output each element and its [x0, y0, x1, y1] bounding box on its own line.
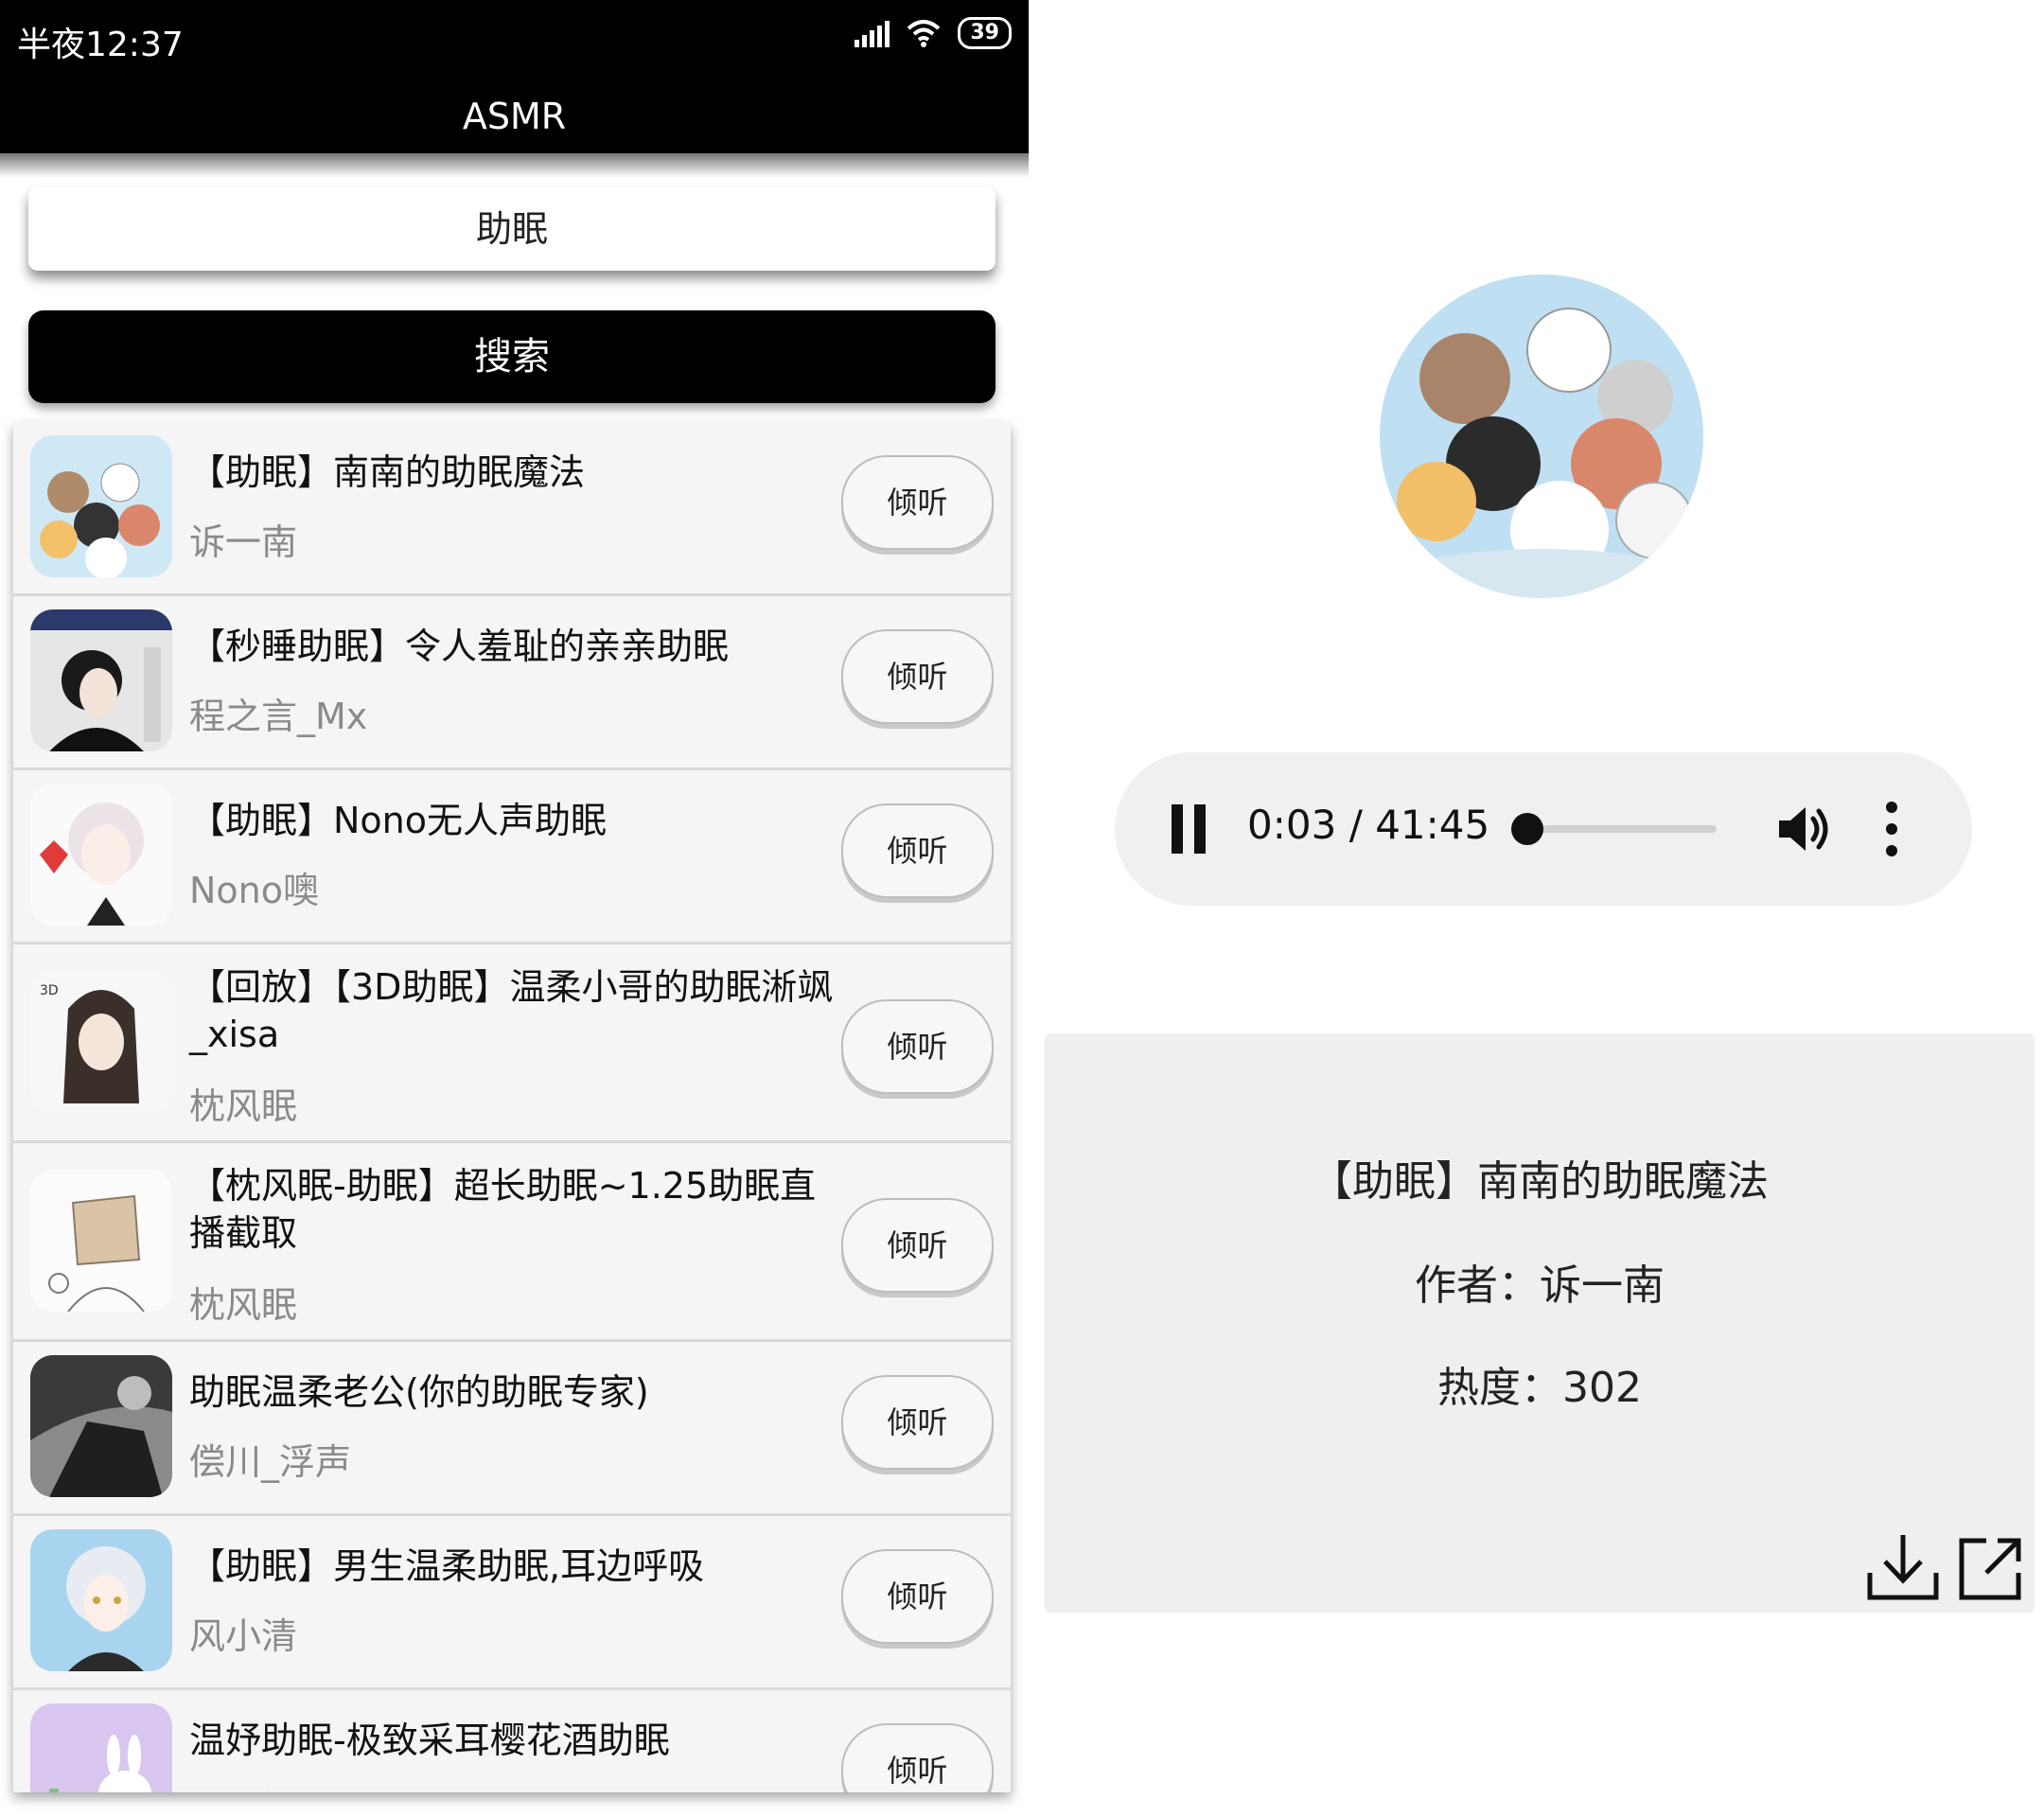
progress-track[interactable] — [1527, 825, 1717, 833]
list-item[interactable]: 【秒睡助眠】令人羞耻的亲亲助眠 程之言_Mx 倾听 — [13, 596, 1011, 770]
list-item[interactable]: 【助眠】南南的助眠魔法 诉一南 倾听 — [13, 422, 1011, 596]
white-hair-boy-thumb — [30, 784, 172, 926]
search-button[interactable]: 搜索 — [28, 310, 996, 403]
item-author: 偿川_浮声 — [189, 1441, 352, 1483]
list-item[interactable]: 【枕风眠-助眠】超长助眠~1.25助眠直播截取 枕风眠 倾听 — [13, 1143, 1011, 1342]
listen-button[interactable]: 倾听 — [841, 1198, 994, 1293]
list-item[interactable]: 3D 【回放】【3D助眠】温柔小哥的助眠淅飒_xisa 枕风眠 倾听 — [13, 944, 1011, 1143]
asmr-list-screen: 半夜12:37 39 ASMR 助眠 搜索 【助眠】南南的助眠魔法 诉一南 倾听… — [0, 0, 1029, 1817]
item-author: Nono噢 — [189, 870, 320, 911]
item-title: 【助眠】男生温柔助眠,耳边呼吸 — [189, 1545, 705, 1587]
long-hair-thumb: 3D — [30, 971, 172, 1113]
cats-thumb — [30, 435, 172, 577]
bunny-thumb — [30, 1703, 172, 1792]
item-author: 枕风眠 — [189, 1284, 298, 1326]
track-info-card: 【助眠】南南的助眠魔法 作者：诉一南 热度：302 — [1045, 1033, 2035, 1613]
detail-title: 【助眠】南南的助眠魔法 — [1311, 1157, 1769, 1206]
listen-button[interactable]: 倾听 — [841, 1375, 994, 1470]
time-separator: / — [1348, 802, 1363, 848]
duration: 41:45 — [1375, 802, 1490, 848]
current-time: 0:03 — [1247, 802, 1337, 848]
list-item[interactable]: 【助眠】Nono无人声助眠 Nono噢 倾听 — [13, 770, 1011, 944]
item-author: 枕风眠 — [189, 1085, 298, 1127]
download-icon[interactable] — [1866, 1531, 1940, 1603]
listen-button[interactable]: 倾听 — [841, 455, 994, 550]
item-title: 【助眠】南南的助眠魔法 — [189, 451, 586, 493]
item-author: 诉一南 — [189, 521, 298, 563]
pause-icon[interactable] — [1170, 804, 1207, 854]
status-bar: 半夜12:37 39 — [0, 0, 1029, 79]
item-author: 程之言_Mx — [189, 696, 368, 737]
detail-author: 作者：诉一南 — [1415, 1261, 1665, 1310]
audio-list[interactable]: 【助眠】南南的助眠魔法 诉一南 倾听 【秒睡助眠】令人羞耻的亲亲助眠 程之言_M… — [13, 422, 1011, 1792]
share-icon[interactable] — [1958, 1535, 2024, 1601]
item-title: 【助眠】Nono无人声助眠 — [189, 800, 608, 841]
listen-button[interactable]: 倾听 — [841, 999, 994, 1094]
item-title: 温妤助眠-极致采耳樱花酒助眠 — [189, 1720, 670, 1761]
list-item[interactable]: 温妤助眠-极致采耳樱花酒助眠 小温妤lulu 倾听 — [13, 1690, 1011, 1792]
volume-icon[interactable] — [1777, 803, 1836, 855]
signal-icon — [855, 19, 890, 47]
detail-heat: 热度：302 — [1437, 1364, 1642, 1412]
item-title: 【秒睡助眠】令人羞耻的亲亲助眠 — [189, 626, 730, 667]
listen-button[interactable]: 倾听 — [841, 1723, 994, 1792]
list-item[interactable]: 【助眠】男生温柔助眠,耳边呼吸 风小清 倾听 — [13, 1516, 1011, 1690]
box-head-thumb — [30, 1170, 172, 1312]
battery-icon: 39 — [958, 17, 1012, 49]
cover-art — [1380, 274, 1703, 598]
item-author: 小温妤lulu — [189, 1781, 362, 1792]
titlebar-shadow — [0, 153, 1029, 178]
battery-level: 39 — [970, 21, 999, 44]
silver-hair-boy-thumb — [30, 1529, 172, 1671]
listen-button[interactable]: 倾听 — [841, 1549, 994, 1644]
item-author: 风小清 — [189, 1615, 298, 1657]
status-time: 半夜12:37 — [17, 26, 184, 64]
listen-button[interactable]: 倾听 — [841, 803, 994, 898]
progress-knob[interactable] — [1511, 813, 1544, 845]
dark-hair-boy-thumb — [30, 609, 172, 751]
category-selector[interactable]: 助眠 — [28, 187, 996, 271]
status-icons: 39 — [855, 17, 1012, 49]
listen-button[interactable]: 倾听 — [841, 629, 994, 724]
item-title: 【枕风眠-助眠】超长助眠~1.25助眠直播截取 — [189, 1165, 817, 1254]
time-display: 0:03 / 41:45 — [1247, 802, 1489, 848]
more-options-icon[interactable] — [1886, 802, 1897, 856]
svg-text:3D: 3D — [40, 983, 59, 998]
audio-player: 0:03 / 41:45 — [1115, 752, 1972, 906]
grey-photo-thumb — [30, 1355, 172, 1497]
app-title: ASMR — [0, 79, 1029, 153]
item-title: 【回放】【3D助眠】温柔小哥的助眠淅飒_xisa — [189, 966, 834, 1055]
wifi-icon — [907, 20, 941, 47]
item-title: 助眠温柔老公(你的助眠专家) — [189, 1371, 649, 1413]
list-item[interactable]: 助眠温柔老公(你的助眠专家) 偿川_浮声 倾听 — [13, 1342, 1011, 1516]
